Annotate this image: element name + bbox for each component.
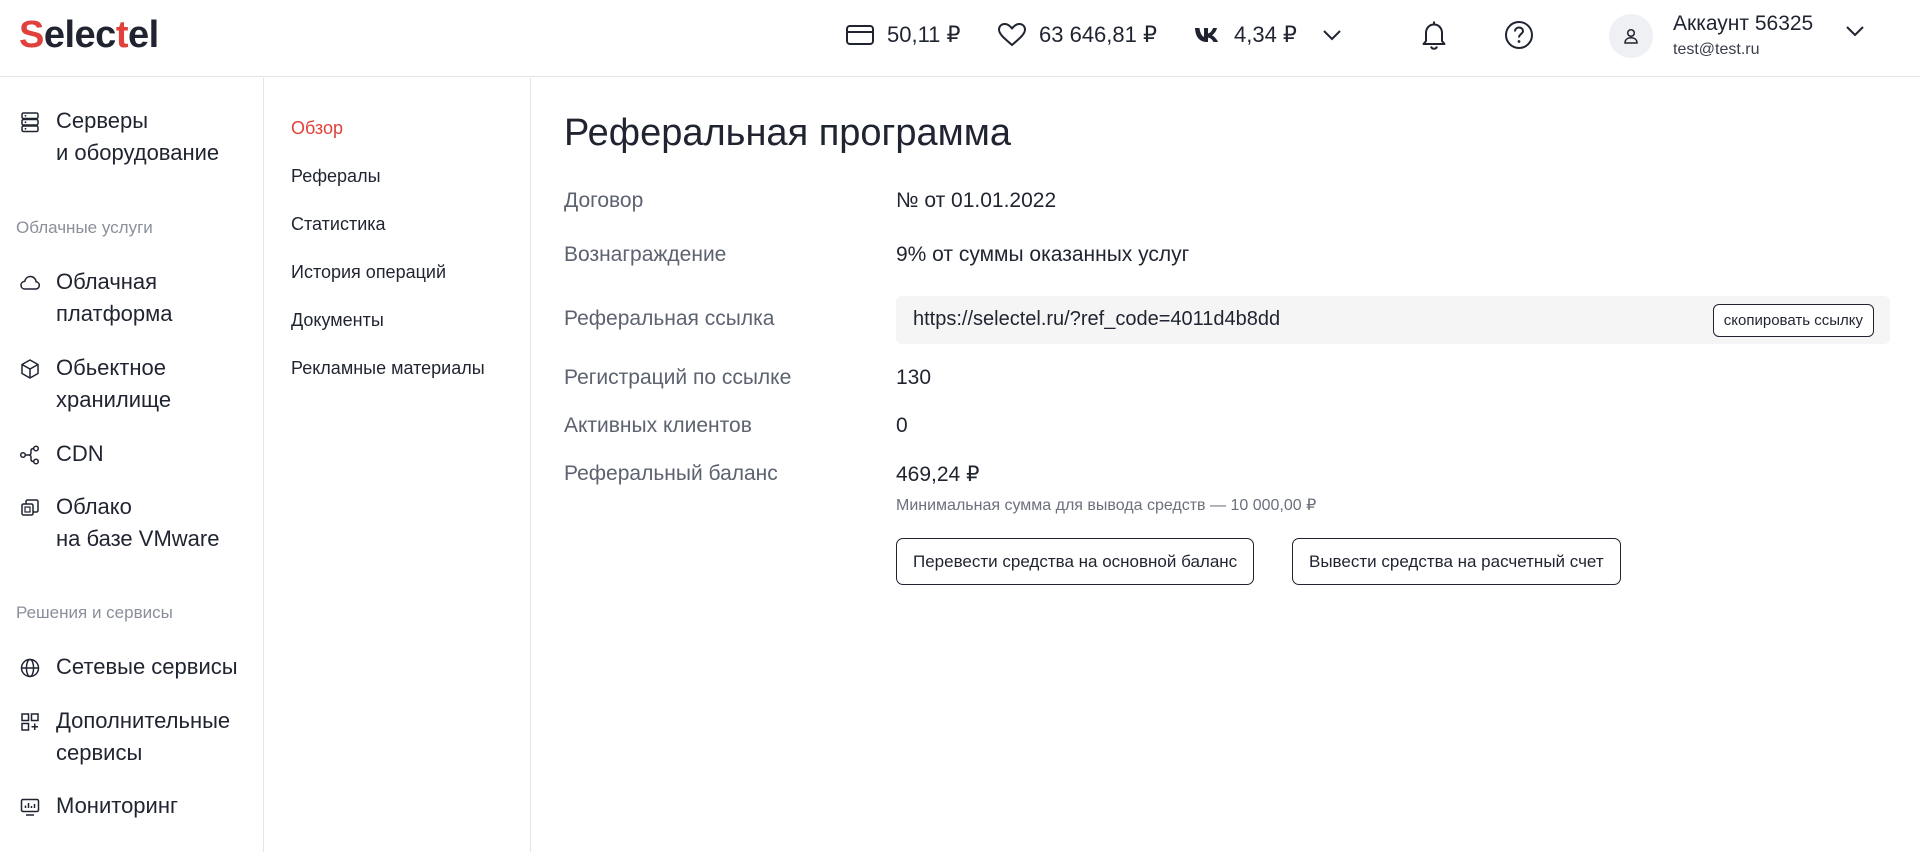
section-solutions: Решения и сервисы bbox=[16, 603, 173, 622]
avatar[interactable] bbox=[1609, 14, 1653, 58]
sidebar-item-label: Обьектное хранилище bbox=[56, 355, 172, 412]
sidebar-item-vmware[interactable]: Облако на базе VMware bbox=[0, 491, 264, 555]
contract-value: № от 01.01.2022 bbox=[896, 189, 1057, 212]
apps-icon bbox=[21, 713, 39, 731]
active-clients-label: Активных клиентов bbox=[564, 414, 752, 437]
sidebar-item-servers[interactable]: Серверы и оборудование bbox=[0, 105, 264, 169]
transfer-to-main-balance-button[interactable]: Перевести средства на основной баланс bbox=[896, 538, 1255, 585]
reward-value: 9% от суммы оказанных услуг bbox=[896, 243, 1190, 266]
sidebar-item-label: Облачная платформа bbox=[56, 269, 173, 326]
referral-link-box: https://selectel.ru/?ref_code=4011d4b8dd… bbox=[896, 296, 1890, 344]
reward-label: Вознаграждение bbox=[564, 243, 727, 266]
subnav-item-ad-materials[interactable]: Рекламные материалы bbox=[291, 358, 485, 379]
balances-dropdown[interactable] bbox=[1316, 19, 1348, 51]
copy-link-button[interactable]: скопировать ссылку bbox=[1712, 304, 1874, 337]
subnav-item-overview[interactable]: Обзор bbox=[291, 118, 343, 139]
section-cloud-services: Облачные услуги bbox=[16, 218, 153, 237]
monitor-icon bbox=[20, 798, 40, 816]
cloud-icon bbox=[20, 275, 41, 290]
notifications-button[interactable] bbox=[1418, 19, 1450, 51]
referral-balance-label: Реферальный баланс bbox=[564, 462, 778, 485]
referral-balance-value: 469,24 ₽ bbox=[896, 463, 980, 486]
account-name[interactable]: Аккаунт 56325 bbox=[1673, 12, 1813, 36]
cube-icon bbox=[21, 359, 39, 379]
server-icon bbox=[21, 112, 39, 133]
top-header: Selectel 50,11 ₽ 63 646,81 ₽ 4,34 ₽ Акка… bbox=[0, 0, 1920, 77]
heart-icon bbox=[998, 23, 1026, 46]
bonus-balance-value: 63 646,81 ₽ bbox=[1039, 22, 1157, 47]
globe-icon bbox=[20, 658, 40, 678]
subnav-item-referrals[interactable]: Рефералы bbox=[291, 166, 381, 187]
contract-label: Договор bbox=[564, 189, 644, 212]
active-clients-value: 0 bbox=[896, 414, 908, 437]
help-button[interactable] bbox=[1503, 19, 1535, 51]
sidebar-item-label: Дополнительные сервисы bbox=[56, 708, 231, 765]
main-content: Реферальная программа Договор № от 01.01… bbox=[532, 78, 1920, 852]
sidebar-item-object-storage[interactable]: Обьектное хранилище bbox=[0, 352, 264, 416]
vk-balance-value: 4,34 ₽ bbox=[1234, 22, 1297, 47]
sidebar-item-label: Сетевые сервисы bbox=[56, 654, 238, 679]
user-icon bbox=[1624, 28, 1638, 44]
page-title: Реферальная программа bbox=[564, 112, 1012, 154]
bonus-balance[interactable]: 63 646,81 ₽ bbox=[997, 20, 1157, 50]
subnav-item-documents[interactable]: Документы bbox=[291, 310, 384, 331]
sidebar-item-label: Серверы и оборудование bbox=[56, 108, 220, 165]
cdn-icon bbox=[19, 445, 40, 465]
help-icon bbox=[1505, 21, 1533, 49]
referral-link-value[interactable]: https://selectel.ru/?ref_code=4011d4b8dd bbox=[913, 308, 1280, 331]
card-icon bbox=[846, 25, 874, 45]
sidebar-item-label: Мониторинг bbox=[56, 793, 179, 818]
sidebar-item-monitoring[interactable]: Мониторинг bbox=[0, 790, 264, 822]
logo-letter-t: t bbox=[115, 14, 129, 56]
card-balance[interactable]: 50,11 ₽ bbox=[845, 20, 961, 50]
selectel-logo[interactable]: Selectel bbox=[19, 14, 159, 56]
referral-subnav: Обзор Рефералы Статистика История операц… bbox=[265, 78, 531, 852]
logo-part-end: el bbox=[127, 14, 159, 56]
min-withdraw-hint: Минимальная сумма для вывода средств — 1… bbox=[896, 497, 1317, 514]
account-email: test@test.ru bbox=[1673, 41, 1760, 58]
sidebar-item-label: Облако на базе VMware bbox=[56, 494, 220, 551]
card-balance-value: 50,11 ₽ bbox=[887, 22, 961, 47]
sidebar-item-cdn[interactable]: CDN bbox=[0, 438, 264, 470]
chevron-down-icon bbox=[1846, 26, 1864, 37]
account-menu-button[interactable] bbox=[1845, 24, 1865, 42]
sidebar-item-network-services[interactable]: Сетевые сервисы bbox=[0, 651, 264, 683]
registrations-label: Регистраций по ссылке bbox=[564, 366, 792, 389]
vk-icon bbox=[1195, 28, 1218, 42]
subnav-item-statistics[interactable]: Статистика bbox=[291, 214, 386, 235]
sidebar-item-additional-services[interactable]: Дополнительные сервисы bbox=[0, 705, 264, 769]
bell-icon bbox=[1422, 21, 1446, 50]
sidebar-item-cloud-platform[interactable]: Облачная платформа bbox=[0, 266, 264, 330]
sidebar-item-label: CDN bbox=[56, 441, 104, 466]
withdraw-to-account-button[interactable]: Вывести средства на расчетный счет bbox=[1292, 538, 1621, 585]
chevron-down-icon bbox=[1323, 30, 1341, 41]
logo-part: elec bbox=[43, 14, 116, 56]
main-sidebar: Серверы и оборудование Облачные услуги О… bbox=[0, 78, 264, 852]
logo-letter-s: S bbox=[19, 14, 44, 56]
vmware-icon bbox=[21, 499, 39, 516]
registrations-value: 130 bbox=[896, 366, 932, 389]
vk-balance[interactable]: 4,34 ₽ bbox=[1194, 20, 1297, 50]
referral-link-label: Реферальная ссылка bbox=[564, 307, 775, 330]
subnav-item-history[interactable]: История операций bbox=[291, 262, 446, 283]
